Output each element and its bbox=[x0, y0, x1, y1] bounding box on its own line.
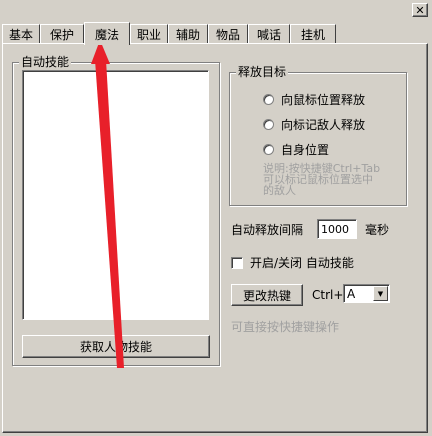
interval-label: 自动释放间隔 bbox=[231, 223, 304, 237]
radio-target-self[interactable]: 自身位置 bbox=[263, 141, 329, 158]
hotkey-key-select[interactable]: A ▼ bbox=[343, 284, 390, 303]
tab-class[interactable]: 职业 bbox=[130, 24, 168, 44]
hotkey-hint: 可直接按快捷键操作 bbox=[231, 320, 340, 334]
magic-settings-window: ✕ 基本 保护 魔法 职业 辅助 物品 喊话 挂机 自动技能 获取人物技能 释放… bbox=[0, 0, 432, 436]
radio-target-marked-enemy[interactable]: 向标记敌人释放 bbox=[263, 116, 365, 133]
tab-protect[interactable]: 保护 bbox=[40, 24, 84, 44]
tab-shout[interactable]: 喊话 bbox=[248, 24, 290, 44]
get-character-skills-button[interactable]: 获取人物技能 bbox=[22, 335, 210, 358]
auto-skills-list[interactable] bbox=[22, 70, 209, 320]
hotkey-modifier-label: Ctrl+ bbox=[312, 288, 344, 302]
radio-target-mouse[interactable]: 向鼠标位置释放 bbox=[263, 91, 365, 108]
toggle-auto-skills-checkbox[interactable] bbox=[231, 256, 243, 269]
release-target-group-title: 释放目标 bbox=[236, 65, 289, 79]
tab-assist[interactable]: 辅助 bbox=[168, 24, 208, 44]
toggle-auto-skills[interactable]: 开启/关闭 自动技能 bbox=[231, 254, 354, 271]
tab-magic[interactable]: 魔法 bbox=[84, 22, 130, 45]
tab-strip: 基本 保护 魔法 职业 辅助 物品 喊话 挂机 bbox=[0, 22, 432, 45]
release-target-note: 说明:按快捷键Ctrl+Tab 可以标记鼠标位置选中 的敌人 bbox=[263, 162, 381, 197]
radio-button[interactable] bbox=[263, 119, 274, 130]
hotkey-key-value: A bbox=[347, 287, 356, 301]
radio-button[interactable] bbox=[263, 144, 274, 155]
radio-button[interactable] bbox=[263, 94, 274, 105]
dropdown-arrow-icon[interactable]: ▼ bbox=[373, 286, 388, 301]
close-button[interactable]: ✕ bbox=[412, 3, 428, 17]
tab-items[interactable]: 物品 bbox=[208, 24, 248, 44]
auto-skills-group-title: 自动技能 bbox=[19, 55, 72, 69]
close-icon: ✕ bbox=[415, 3, 425, 17]
interval-input[interactable]: 1000 bbox=[317, 219, 357, 239]
tab-basic[interactable]: 基本 bbox=[2, 24, 40, 44]
change-hotkey-button[interactable]: 更改热键 bbox=[231, 284, 303, 306]
tab-afk[interactable]: 挂机 bbox=[290, 24, 336, 44]
interval-unit: 毫秒 bbox=[365, 223, 390, 237]
